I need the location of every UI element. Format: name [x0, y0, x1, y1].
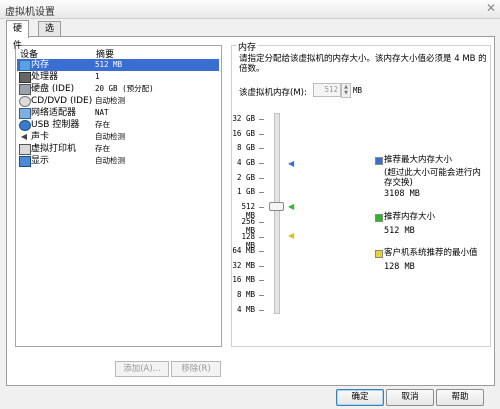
- scale-tick: [259, 280, 264, 281]
- device-name: 声卡: [31, 132, 50, 142]
- scale-tick: [259, 266, 264, 267]
- scale-tick: [259, 148, 264, 149]
- ok-button[interactable]: 确定: [336, 389, 384, 406]
- device-summary: 1: [95, 72, 100, 81]
- scale-tick: [259, 222, 264, 223]
- device-name: USB 控制器: [31, 120, 80, 130]
- device-row-network[interactable]: 网络适配器 NAT: [17, 107, 219, 119]
- memory-field-label: 该虚拟机内存(M):: [239, 88, 307, 98]
- device-name: 虚拟打印机: [31, 144, 77, 154]
- memory-unit: MB: [353, 86, 363, 95]
- scale-tick: [259, 134, 264, 135]
- device-list-header: 设备 摘要: [16, 46, 221, 60]
- recommended-legend-icon: [375, 214, 383, 222]
- scale-label: 16 GB: [232, 129, 255, 138]
- scale-label: 32 MB: [232, 261, 255, 270]
- device-row-sound[interactable]: ◀ 声卡 自动检测: [17, 131, 219, 143]
- sound-icon: ◀: [20, 132, 28, 141]
- tab-options[interactable]: 选项: [38, 21, 62, 49]
- max-recommended-marker-icon: ◀: [288, 159, 295, 168]
- cpu-icon: [19, 72, 31, 83]
- memory-size-input[interactable]: 512: [313, 83, 341, 97]
- device-row-memory[interactable]: 内存 512 MB: [17, 59, 219, 71]
- scale-tick: [259, 251, 264, 252]
- close-icon[interactable]: ✕: [486, 1, 496, 15]
- device-summary: 512 MB: [95, 60, 123, 69]
- add-device-button[interactable]: 添加(A)...: [115, 361, 169, 377]
- scale-label: 32 GB: [232, 114, 255, 123]
- device-name: 内存: [31, 60, 50, 70]
- device-summary: 自动检测: [95, 156, 125, 165]
- recommended-title: 推荐内存大小: [384, 212, 436, 222]
- title-bar: 虚拟机设置 ✕: [0, 0, 500, 19]
- memory-slider-track[interactable]: [274, 113, 280, 314]
- memory-description: 请指定分配给该虚拟机的内存大小。该内存大小值必须是 4 MB 的倍数。: [239, 54, 487, 74]
- tab-hardware[interactable]: 硬件: [6, 20, 30, 51]
- window-title: 虚拟机设置: [5, 7, 55, 18]
- remove-device-button[interactable]: 移除(R): [171, 361, 221, 377]
- scale-label: 4 GB: [236, 158, 255, 167]
- scale-tick: [259, 163, 264, 164]
- minimum-value: 128 MB: [384, 262, 415, 272]
- scale-label: 1 GB: [236, 187, 255, 196]
- scale-label: 64 MB: [232, 246, 255, 255]
- scale-label: 16 MB: [232, 275, 255, 284]
- network-icon: [19, 108, 31, 119]
- device-name: 硬盘 (IDE): [31, 84, 75, 94]
- minimum-marker-icon: ◀: [288, 231, 295, 240]
- device-summary: 自动检测: [95, 132, 125, 141]
- max-recommended-value: 3108 MB: [384, 189, 420, 199]
- scale-tick: [259, 178, 264, 179]
- scale-label: 8 GB: [236, 143, 255, 152]
- spin-down-icon[interactable]: ▼: [342, 90, 350, 96]
- cancel-button[interactable]: 取消: [386, 389, 434, 406]
- device-row-printer[interactable]: 虚拟打印机 存在: [17, 143, 219, 155]
- device-row-cd-dvd[interactable]: CD/DVD (IDE) 自动检测: [17, 95, 219, 107]
- recommended-value: 512 MB: [384, 226, 415, 236]
- device-name: CD/DVD (IDE): [31, 96, 93, 106]
- hard-disk-icon: [19, 84, 31, 95]
- memory-slider-thumb[interactable]: [269, 202, 284, 211]
- device-summary: 存在: [95, 144, 110, 153]
- scale-tick: [259, 207, 264, 208]
- scale-tick: [259, 295, 264, 296]
- cd-dvd-icon: [19, 96, 31, 107]
- scale-label: 4 MB: [236, 305, 255, 314]
- device-row-processor[interactable]: 处理器 1: [17, 71, 219, 83]
- recommended-marker-icon: ◀: [288, 202, 295, 211]
- scale-tick: [259, 310, 264, 311]
- minimum-title: 客户机系统推荐的最小值: [384, 248, 478, 258]
- device-summary: NAT: [95, 108, 109, 117]
- device-name: 处理器: [31, 72, 59, 82]
- display-icon: [19, 156, 31, 167]
- memory-spinner[interactable]: ▲ ▼: [341, 83, 351, 98]
- scale-tick: [259, 119, 264, 120]
- device-list[interactable]: 设备 摘要 内存 512 MB 处理器 1 硬盘 (IDE) 20 GB (预分…: [15, 45, 222, 347]
- hardware-panel: 设备 摘要 内存 512 MB 处理器 1 硬盘 (IDE) 20 GB (预分…: [6, 36, 495, 386]
- minimum-legend-icon: [375, 250, 383, 258]
- max-recommended-note: (超过此大小可能会进行内存交换): [384, 168, 481, 188]
- device-row-usb[interactable]: USB 控制器 存在: [17, 119, 219, 131]
- device-name: 网络适配器: [31, 108, 77, 118]
- device-summary: 20 GB (预分配): [95, 84, 154, 93]
- max-recommended-legend-icon: [375, 157, 383, 165]
- device-summary: 存在: [95, 120, 110, 129]
- scale-tick: [259, 237, 264, 238]
- memory-section-title: 内存: [236, 40, 259, 53]
- device-row-hard-disk[interactable]: 硬盘 (IDE) 20 GB (预分配): [17, 83, 219, 95]
- memory-icon: [19, 60, 31, 71]
- max-recommended-title: 推荐最大内存大小: [384, 155, 453, 165]
- help-button[interactable]: 帮助: [436, 389, 484, 406]
- device-name: 显示: [31, 156, 50, 166]
- scale-tick: [259, 192, 264, 193]
- device-row-display[interactable]: 显示 自动检测: [17, 155, 219, 167]
- usb-icon: [19, 120, 31, 131]
- scale-label: 8 MB: [236, 290, 255, 299]
- scale-label: 2 GB: [236, 173, 255, 182]
- printer-icon: [19, 144, 31, 155]
- device-summary: 自动检测: [95, 96, 125, 105]
